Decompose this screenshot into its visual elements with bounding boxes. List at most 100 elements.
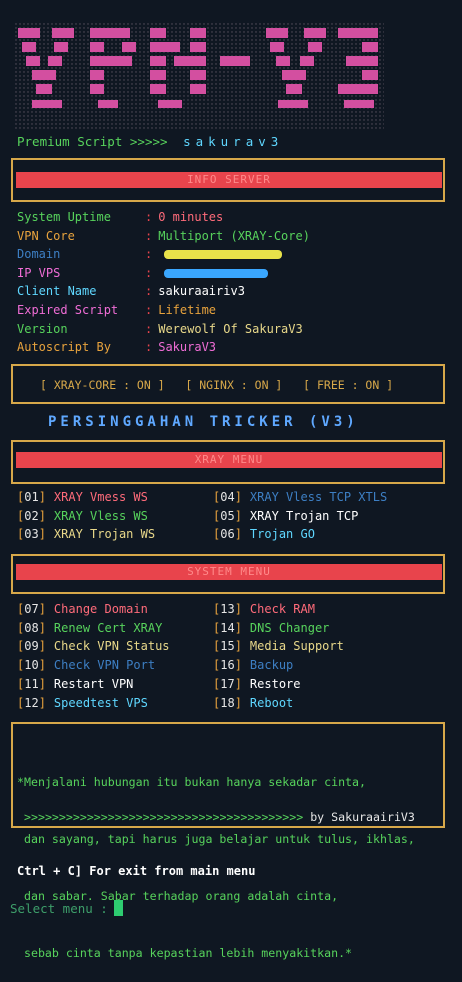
menu-item-07[interactable]: [07] Change Domain — [17, 600, 148, 618]
info-key: Domain — [17, 247, 61, 262]
bracket: ] — [38, 658, 46, 673]
menu-label: Check VPN Status — [53, 639, 170, 654]
info-value: Werewolf Of SakuraV3 — [158, 321, 303, 336]
info-key: System Uptime — [17, 210, 111, 224]
script-name: sakurav3 — [183, 134, 284, 149]
menu-number: 17 — [220, 676, 235, 691]
bracket: ] — [234, 676, 242, 691]
menu-number: 06 — [220, 527, 235, 542]
bracket: ] — [38, 639, 46, 654]
info-colon: : — [145, 247, 153, 262]
menu-label: Check RAM — [249, 602, 315, 616]
menu-label: Renew Cert XRAY — [53, 620, 163, 635]
menu-item-13[interactable]: [13] Check RAM — [213, 600, 315, 618]
menu-number: 08 — [24, 620, 39, 635]
menu-label: Reboot — [249, 695, 294, 710]
xray-core-status: [ XRAY-CORE : ON ] — [40, 378, 165, 392]
menu-item-14[interactable]: [14] DNS Changer — [213, 619, 329, 637]
menu-number: 01 — [24, 490, 39, 504]
menu-label: Check VPN Port — [53, 658, 156, 673]
info-key: Client Name — [17, 284, 97, 299]
info-colon: : — [145, 265, 153, 280]
prompt-label: Select menu : — [10, 901, 108, 916]
info-key: VPN Core — [17, 228, 75, 243]
menu-item-11[interactable]: [11] Restart VPN — [17, 675, 133, 693]
info-colon: : — [145, 340, 153, 355]
xray-menu-header: XRAY MENU — [16, 452, 442, 468]
menu-number: 07 — [24, 602, 39, 616]
menu-item-10[interactable]: [10] Check VPN Port — [17, 656, 155, 674]
info-value: Multiport (XRAY-Core) — [158, 228, 310, 243]
service-status-line: [ XRAY-CORE : ON ] [ NGINX : ON ] [ FREE… — [40, 378, 393, 392]
menu-item-03[interactable]: [03] XRAY Trojan WS — [17, 525, 155, 543]
menu-label: XRAY Vless WS — [53, 508, 148, 523]
menu-label: Change Domain — [53, 602, 148, 616]
premium-arrows: >>>>> — [129, 134, 168, 149]
quote-line: sebab cinta tanpa kepastian lebih menyak… — [17, 946, 353, 960]
menu-label: Backup — [249, 658, 294, 673]
info-colon: : — [145, 321, 153, 336]
menu-item-01[interactable]: [01] XRAY Vmess WS — [17, 488, 148, 506]
menu-item-15[interactable]: [15] Media Support — [213, 637, 344, 655]
menu-number: 12 — [24, 695, 39, 710]
quote-line: *Menjalani hubungan itu bukan hanya seka… — [17, 775, 367, 789]
menu-item-18[interactable]: [18] Reboot — [213, 694, 293, 712]
bracket: ] — [234, 639, 242, 654]
quote-arrows: >>>>>>>>>>>>>>>>>>>>>>>>>>>>>>>>>>>>>>>> — [24, 810, 304, 824]
menu-item-16[interactable]: [16] Backup — [213, 656, 293, 674]
menu-label: Restore — [249, 676, 301, 691]
quote-author: by SakuraairiV3 — [310, 810, 415, 824]
bracket: ] — [234, 527, 242, 542]
tricker-title: PERSINGGAHAN TRICKER (V3) — [48, 414, 359, 430]
info-colon: : — [145, 284, 153, 299]
exit-hint: Ctrl + C] For exit from main menu — [17, 864, 256, 878]
info-value: SakuraV3 — [158, 340, 217, 355]
info-value: Lifetime — [158, 303, 217, 317]
info-server-header: INFO SERVER — [16, 172, 442, 188]
menu-item-06[interactable]: [06] Trojan GO — [213, 525, 315, 543]
bracket: ] — [38, 676, 46, 691]
info-row: Autoscript By: SakuraV3 — [17, 338, 216, 356]
terminal-cursor[interactable] — [113, 900, 123, 916]
info-value: sakuraairiv3 — [158, 284, 245, 299]
premium-script-line: Premium Script >>>>> sakurav3 — [17, 134, 283, 149]
info-colon: : — [145, 228, 153, 243]
menu-number: 03 — [24, 527, 39, 542]
quote-signature: >>>>>>>>>>>>>>>>>>>>>>>>>>>>>>>>>>>>>>>>… — [24, 810, 415, 824]
menu-number: 10 — [24, 658, 39, 673]
select-menu-prompt[interactable]: Select menu : — [10, 900, 123, 916]
quote-line: dan sayang, tapi harus juga belajar untu… — [17, 832, 415, 846]
bracket: ] — [234, 620, 242, 635]
menu-number: 05 — [220, 508, 235, 523]
menu-label: XRAY Vmess WS — [53, 490, 148, 504]
info-colon: : — [145, 303, 153, 317]
menu-number: 18 — [220, 695, 235, 710]
info-row: System Uptime:0 minutes — [17, 208, 223, 226]
menu-number: 04 — [220, 490, 235, 504]
menu-item-12[interactable]: [12] Speedtest VPS — [17, 694, 148, 712]
info-row: Expired Script: Lifetime — [17, 301, 216, 319]
info-row: Client Name: sakuraairiv3 — [17, 282, 245, 300]
bracket: ] — [234, 490, 242, 504]
system-menu-header: SYSTEM MENU — [16, 564, 442, 580]
menu-number: 14 — [220, 620, 235, 635]
menu-item-09[interactable]: [09] Check VPN Status — [17, 637, 170, 655]
menu-item-05[interactable]: [05] XRAY Trojan TCP — [213, 507, 358, 525]
redacted-marker — [164, 250, 283, 260]
menu-item-17[interactable]: [17] Restore — [213, 675, 301, 693]
info-key: Version — [17, 321, 68, 336]
menu-label: DNS Changer — [249, 620, 330, 635]
menu-item-04[interactable]: [04] XRAY Vless TCP XTLS — [213, 488, 387, 506]
menu-item-02[interactable]: [02] XRAY Vless WS — [17, 507, 148, 525]
menu-label: Trojan GO — [249, 527, 315, 542]
bracket: ] — [38, 695, 46, 710]
menu-number: 11 — [24, 676, 39, 691]
info-key: Expired Script — [17, 303, 119, 317]
bracket: ] — [234, 695, 242, 710]
premium-label: Premium Script — [17, 134, 123, 149]
bracket: ] — [38, 490, 46, 504]
menu-label: XRAY Trojan TCP — [249, 508, 359, 523]
menu-item-08[interactable]: [08] Renew Cert XRAY — [17, 619, 162, 637]
info-row: VPN Core: Multiport (XRAY-Core) — [17, 227, 310, 245]
vpn-v3-ascii-banner — [14, 22, 384, 130]
